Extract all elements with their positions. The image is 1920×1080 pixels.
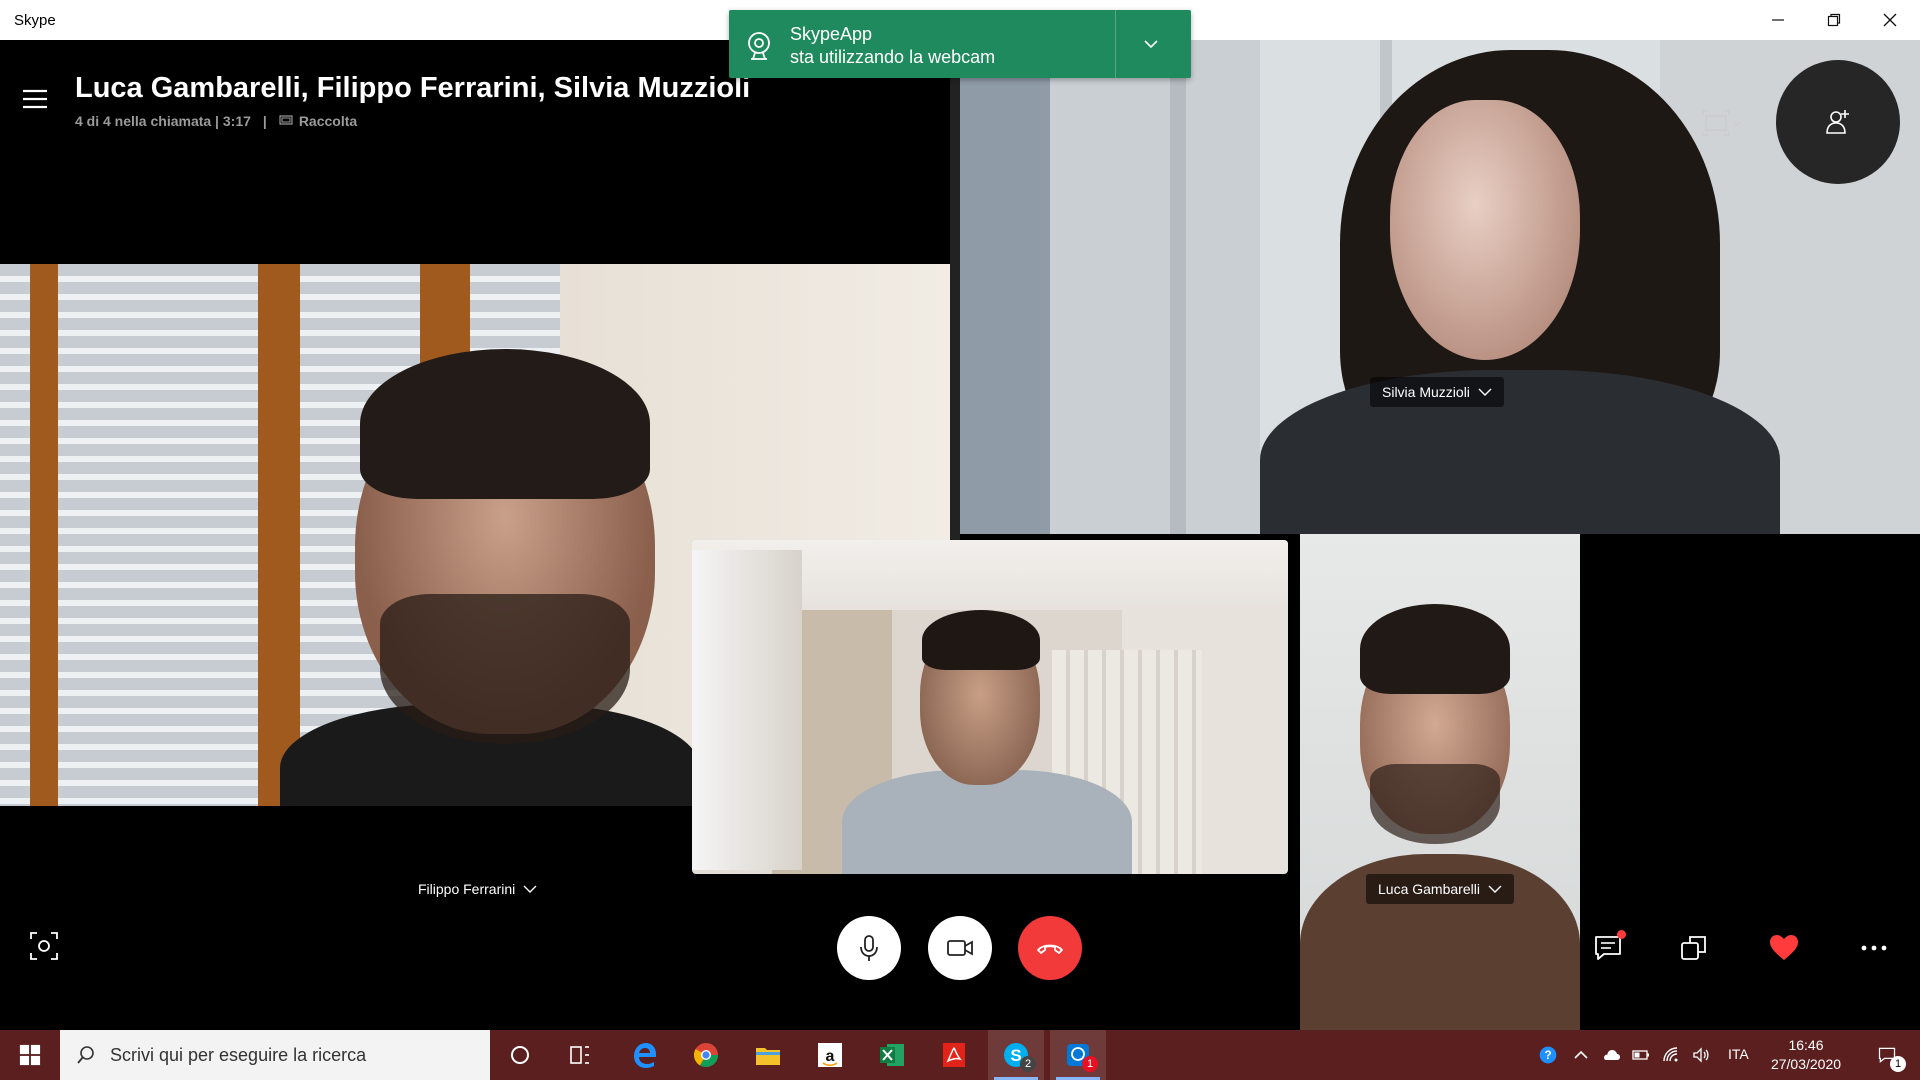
video-camera-icon: [947, 940, 973, 956]
taskbar-search[interactable]: [60, 1030, 490, 1080]
input-language[interactable]: ITA: [1728, 1046, 1749, 1062]
taskbar-app-edge[interactable]: [616, 1030, 672, 1080]
show-hidden-icons-button[interactable]: [1570, 1030, 1592, 1080]
webcam-notification[interactable]: SkypeApp sta utilizzando la webcam: [729, 10, 1191, 78]
hamburger-menu-button[interactable]: [20, 84, 50, 114]
cortana-icon: [511, 1046, 529, 1064]
taskbar-app-skype[interactable]: S 2: [988, 1030, 1044, 1080]
microphone-button[interactable]: [837, 916, 901, 980]
participant-label-luca[interactable]: Luca Gambarelli: [1366, 874, 1514, 904]
help-tray-button[interactable]: ?: [1532, 1030, 1564, 1080]
system-clock[interactable]: 16:46 27/03/2020: [1766, 1036, 1846, 1074]
taskbar-app-messaging[interactable]: 1: [1050, 1030, 1106, 1080]
call-title: Luca Gambarelli, Filippo Ferrarini, Silv…: [75, 72, 751, 104]
notification-app: SkypeApp: [790, 24, 873, 44]
camera-snapshot-icon: [30, 932, 58, 960]
unread-indicator: [1617, 930, 1626, 939]
wifi-icon: [1663, 1047, 1678, 1062]
amazon-icon: a: [818, 1043, 842, 1067]
snapshot-button[interactable]: [24, 926, 64, 966]
chrome-icon: [693, 1043, 718, 1068]
minimize-icon: [1772, 19, 1784, 21]
video-button[interactable]: [928, 916, 992, 980]
add-person-icon: [1826, 110, 1849, 134]
video-tile-luca[interactable]: [1300, 534, 1580, 1030]
notification-message: sta utilizzando la webcam: [790, 47, 996, 67]
folder-icon: [756, 1048, 780, 1065]
hang-up-icon: [1037, 944, 1063, 954]
windows-logo-icon: [19, 1044, 41, 1066]
self-video-tile[interactable]: [692, 540, 1288, 874]
participants-status: 4 di 4 nella chiamata | 3:17: [75, 113, 251, 129]
gallery-link[interactable]: Raccolta: [299, 113, 357, 129]
chevron-down-icon: [1478, 388, 1492, 396]
task-view-icon: [570, 1046, 589, 1064]
call-status: 4 di 4 nella chiamata | 3:17 | Raccolta: [75, 113, 357, 129]
start-button[interactable]: [0, 1030, 60, 1080]
skype-badge: 2: [1020, 1056, 1036, 1072]
search-icon: [77, 1046, 94, 1064]
notification-count-badge: 1: [1890, 1056, 1906, 1072]
chevron-down-icon[interactable]: [1139, 32, 1163, 56]
microphone-icon: [860, 935, 878, 961]
acrobat-icon: [943, 1043, 965, 1067]
taskbar-app-acrobat[interactable]: [926, 1030, 982, 1080]
fit-screen-button[interactable]: [1700, 108, 1744, 138]
webcam-icon: [748, 32, 770, 60]
heart-icon: [1770, 935, 1798, 960]
more-options-button[interactable]: [1852, 926, 1896, 970]
chevron-up-icon: [1574, 1050, 1588, 1059]
clock-time: 16:46: [1788, 1037, 1824, 1053]
minimize-button[interactable]: [1750, 0, 1806, 40]
search-input[interactable]: [110, 1044, 470, 1066]
switch-layout-button[interactable]: [1672, 926, 1716, 970]
taskbar-app-file-explorer[interactable]: [740, 1030, 796, 1080]
cloud-icon: [1604, 1050, 1620, 1060]
react-button[interactable]: [1762, 926, 1806, 970]
app-badge: 1: [1082, 1056, 1098, 1072]
wifi-tray-button[interactable]: [1658, 1030, 1684, 1080]
cortana-button[interactable]: [492, 1030, 548, 1080]
window-title: Skype: [14, 12, 56, 29]
close-button[interactable]: [1862, 0, 1918, 40]
add-participant-button[interactable]: [1776, 60, 1900, 184]
status-separator: |: [262, 113, 267, 129]
taskbar-app-amazon[interactable]: a: [802, 1030, 858, 1080]
volume-tray-button[interactable]: [1688, 1030, 1714, 1080]
speaker-icon: [1693, 1047, 1709, 1063]
svg-text:?: ?: [1544, 1049, 1551, 1062]
close-icon: [1883, 13, 1897, 27]
action-center-button[interactable]: 1: [1862, 1030, 1912, 1080]
battery-tray-button[interactable]: [1628, 1030, 1654, 1080]
fit-screen-icon: [1702, 110, 1741, 136]
restore-button[interactable]: [1806, 0, 1862, 40]
task-view-button[interactable]: [552, 1030, 608, 1080]
layout-switch-icon: [1681, 936, 1706, 960]
more-icon: [1861, 945, 1887, 951]
help-icon: ?: [1539, 1046, 1557, 1064]
restore-icon: [1827, 13, 1841, 27]
participant-label-silvia[interactable]: Silvia Muzzioli: [1370, 377, 1504, 407]
chevron-down-icon: [1488, 885, 1502, 893]
svg-text:a: a: [826, 1048, 835, 1065]
windows-taskbar: a S 2 1 ? ITA 16:46 27/03/2020 1: [0, 1030, 1920, 1080]
taskbar-app-chrome[interactable]: [678, 1030, 734, 1080]
hamburger-icon: [23, 89, 47, 109]
battery-icon: [1632, 1050, 1649, 1060]
chevron-down-icon: [523, 885, 537, 893]
participant-label-filippo[interactable]: Filippo Ferrarini: [406, 874, 549, 904]
call-stage: Luca Gambarelli, Filippo Ferrarini, Silv…: [0, 40, 1920, 1030]
edge-icon: [634, 1043, 656, 1068]
clock-date: 27/03/2020: [1770, 1056, 1842, 1072]
excel-icon: [880, 1044, 904, 1066]
chat-button[interactable]: [1586, 926, 1630, 970]
onedrive-tray-button[interactable]: [1598, 1030, 1624, 1080]
gallery-icon: [279, 115, 293, 125]
end-call-button[interactable]: [1018, 916, 1082, 980]
taskbar-app-excel[interactable]: [864, 1030, 920, 1080]
